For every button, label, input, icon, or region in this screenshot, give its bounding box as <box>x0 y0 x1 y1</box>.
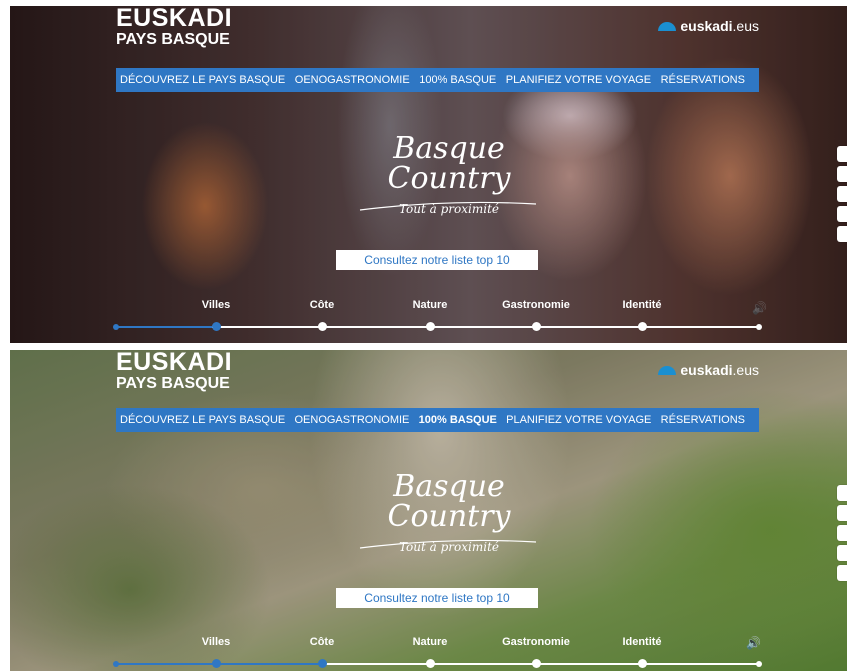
tagline-line2: Country <box>387 499 511 534</box>
share-twitter-icon[interactable] <box>837 166 847 182</box>
nav-item-100-basque[interactable]: 100% BASQUE <box>419 414 497 426</box>
share-twitter-icon[interactable] <box>837 505 847 521</box>
timeline-dot-cote[interactable] <box>318 322 327 331</box>
euskadi-logo[interactable]: EUSKADI PAYS BASQUE <box>116 6 232 48</box>
share-facebook-icon[interactable] <box>837 485 847 501</box>
logo-sub-text: PAYS BASQUE <box>116 375 230 392</box>
category-villes[interactable]: Villes <box>202 299 231 311</box>
category-gastronomie[interactable]: Gastronomie <box>502 636 570 648</box>
timeline-dot-gastronomie[interactable] <box>532 322 541 331</box>
euskadi-arc-icon <box>658 21 677 31</box>
timeline-dot-gastronomie[interactable] <box>532 659 541 668</box>
tagline-line2: Country <box>387 161 511 196</box>
timeline-progress <box>116 326 213 328</box>
euskadi-arc-icon <box>658 365 677 375</box>
share-google-icon[interactable] <box>837 186 847 202</box>
top10-button[interactable]: Consultez notre liste top 10 <box>336 588 538 608</box>
category-cote[interactable]: Côte <box>310 636 334 648</box>
tagline-swoosh <box>359 201 537 211</box>
euskadi-logo[interactable]: EUSKADI PAYS BASQUE <box>116 350 232 392</box>
share-google-icon[interactable] <box>837 525 847 541</box>
timeline-dot-nature[interactable] <box>426 322 435 331</box>
euskadi-eus-link[interactable]: euskadi.eus <box>658 18 759 34</box>
share-email-icon[interactable] <box>837 565 847 581</box>
social-share-bar <box>837 146 847 246</box>
logo-main-text: EUSKADI <box>116 350 233 376</box>
tagline-line1: Basque <box>393 131 505 166</box>
category-identite[interactable]: Identité <box>622 299 661 311</box>
timeline-start-dot <box>113 324 119 330</box>
top10-button[interactable]: Consultez notre liste top 10 <box>336 250 538 270</box>
timeline-dot-villes[interactable] <box>212 322 221 331</box>
social-share-bar <box>837 485 847 585</box>
nav-item-oenogastronomie[interactable]: OENOGASTRONOMIE <box>294 414 409 426</box>
nav-item-oenogastronomie[interactable]: OENOGASTRONOMIE <box>295 74 410 86</box>
category-gastronomie[interactable]: Gastronomie <box>502 299 570 311</box>
timeline-end-dot <box>756 324 762 330</box>
nav-item-reservations[interactable]: RÉSERVATIONS <box>661 74 745 86</box>
logo-sub-text: PAYS BASQUE <box>116 31 230 48</box>
nav-item-decouvrez[interactable]: DÉCOUVREZ LE PAYS BASQUE <box>120 414 285 426</box>
category-timeline[interactable] <box>113 659 762 668</box>
category-timeline[interactable] <box>113 322 762 331</box>
logo-main-text: EUSKADI <box>116 6 233 32</box>
timeline-dot-cote[interactable] <box>318 659 327 668</box>
euskadi-eus-link[interactable]: euskadi.eus <box>658 362 759 378</box>
main-navigation: DÉCOUVREZ LE PAYS BASQUE OENOGASTRONOMIE… <box>116 408 759 432</box>
nav-item-decouvrez[interactable]: DÉCOUVREZ LE PAYS BASQUE <box>120 74 285 86</box>
timeline-dot-identite[interactable] <box>638 322 647 331</box>
category-cote[interactable]: Côte <box>310 299 334 311</box>
category-nature[interactable]: Nature <box>413 299 448 311</box>
nav-item-reservations[interactable]: RÉSERVATIONS <box>661 414 745 426</box>
hero-screen-1: EUSKADI PAYS BASQUE euskadi.eus DÉCOUVRE… <box>10 6 847 343</box>
volume-icon[interactable]: 🔊 <box>746 636 761 650</box>
volume-icon[interactable]: 🔊 <box>752 301 767 315</box>
timeline-start-dot <box>113 661 119 667</box>
timeline-end-dot <box>756 661 762 667</box>
timeline-dot-villes[interactable] <box>212 659 221 668</box>
nav-item-planifiez[interactable]: PLANIFIEZ VOTRE VOYAGE <box>506 414 651 426</box>
category-nature[interactable]: Nature <box>413 636 448 648</box>
tagline-line1: Basque <box>393 469 505 504</box>
hero-screen-2: EUSKADI PAYS BASQUE euskadi.eus DÉCOUVRE… <box>10 350 847 671</box>
timeline-dot-nature[interactable] <box>426 659 435 668</box>
share-facebook-icon[interactable] <box>837 146 847 162</box>
tagline-swoosh <box>359 539 537 549</box>
category-identite[interactable]: Identité <box>622 636 661 648</box>
timeline-dot-identite[interactable] <box>638 659 647 668</box>
share-email-icon[interactable] <box>837 226 847 242</box>
nav-item-100-basque[interactable]: 100% BASQUE <box>419 74 496 86</box>
main-navigation: DÉCOUVREZ LE PAYS BASQUE OENOGASTRONOMIE… <box>116 68 759 92</box>
share-pinterest-icon[interactable] <box>837 206 847 222</box>
category-villes[interactable]: Villes <box>202 636 231 648</box>
nav-item-planifiez[interactable]: PLANIFIEZ VOTRE VOYAGE <box>506 74 651 86</box>
share-pinterest-icon[interactable] <box>837 545 847 561</box>
